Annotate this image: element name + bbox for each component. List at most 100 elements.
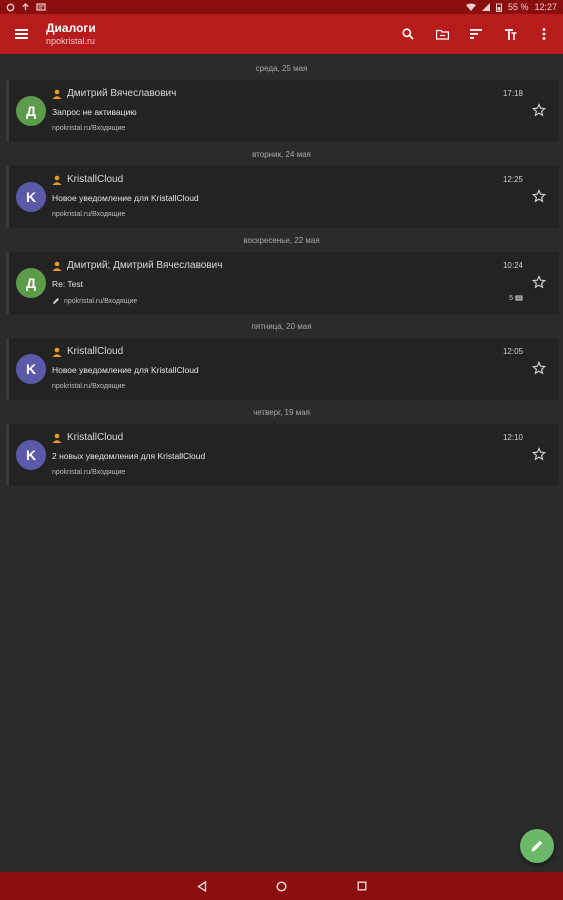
compose-button[interactable] (520, 829, 554, 863)
folder-path: npokristal.ru/Входящие (64, 297, 138, 305)
timestamp: 12:25 (502, 175, 523, 184)
conversation-item[interactable]: Д Дмитрий; Дмитрий Вячеславович Re: Test… (6, 252, 559, 314)
battery-level: 55 % (507, 2, 529, 12)
folder-label: npokristal.ru/Входящие (52, 383, 125, 390)
avatar: K (16, 182, 46, 212)
title-block: Диалоги npokristal.ru (46, 20, 96, 46)
date-header: пятница, 20 мая (251, 321, 312, 331)
recents-button[interactable] (353, 877, 371, 895)
message-count: 5 (509, 295, 523, 302)
recents-icon (357, 881, 366, 891)
sender-row: KristallCloud (52, 432, 123, 443)
star-icon[interactable] (532, 447, 546, 461)
system-status: 55 % 12:27 (465, 2, 557, 12)
pencil-icon (53, 298, 59, 304)
conversation-item[interactable]: Д Дмитрий Вячеславович Запрос не активац… (6, 80, 559, 142)
conversation-item[interactable]: K KristallCloud 2 новых уведомления для … (6, 424, 559, 486)
avatar: K (16, 354, 46, 384)
conversation-content: Дмитрий Вячеславович Запрос не активацию… (52, 80, 559, 142)
more-vert-icon (542, 28, 546, 40)
text-format-button[interactable] (499, 23, 521, 45)
avatar: Д (16, 96, 46, 126)
star-icon[interactable] (532, 361, 546, 375)
person-icon (52, 89, 62, 99)
search-button[interactable] (397, 23, 419, 45)
back-button[interactable] (193, 877, 211, 895)
message-count-value: 5 (509, 295, 513, 302)
timestamp: 10:24 (502, 261, 523, 270)
conversation-content: KristallCloud Новое уведомление для Kris… (52, 338, 559, 400)
back-icon (196, 880, 206, 892)
folder-path: npokristal.ru/Входящие (52, 211, 126, 218)
status-bar: 55 % 12:27 (0, 0, 563, 14)
conversation-item[interactable]: K KristallCloud Новое уведомление для Kr… (6, 166, 559, 228)
sort-button[interactable] (465, 23, 487, 45)
conversation-content: Дмитрий; Дмитрий Вячеславович Re: Test n… (52, 252, 559, 314)
home-icon (276, 880, 287, 892)
text-format-icon (504, 28, 516, 40)
folder-path: npokristal.ru/Входящие (52, 469, 126, 476)
subject: 2 новых уведомления для KristallCloud (52, 451, 206, 461)
subject: Новое уведомление для KristallCloud (52, 365, 199, 375)
message-notification-icon (36, 2, 46, 11)
person-icon (52, 347, 62, 357)
folder-label: npokristal.ru/Входящие (52, 297, 137, 305)
folder-button[interactable] (431, 23, 453, 45)
sender-row: Дмитрий Вячеславович (52, 88, 176, 99)
date-header: среда, 25 мая (255, 63, 308, 73)
folder-label: npokristal.ru/Входящие (52, 469, 125, 476)
sort-icon (470, 29, 482, 39)
menu-button[interactable] (8, 21, 34, 47)
subject: Re: Test (52, 279, 84, 289)
conversation-content: KristallCloud 2 новых уведомления для Kr… (52, 424, 559, 486)
avatar: K (16, 440, 46, 470)
folder-path: npokristal.ru/Входящие (52, 125, 126, 132)
app-bar: Диалоги npokristal.ru (0, 14, 563, 54)
date-header: воскресенье, 22 мая (243, 235, 320, 245)
settings-notification-icon (6, 3, 15, 11)
sender-name: KristallCloud (67, 174, 124, 185)
conversation-content: KristallCloud Новое уведомление для Kris… (52, 166, 559, 228)
signal-icon (481, 3, 490, 11)
sender-row: Дмитрий; Дмитрий Вячеславович (52, 260, 222, 271)
search-icon (402, 28, 414, 40)
star-icon[interactable] (532, 275, 546, 289)
folder-path: npokristal.ru/Входящие (52, 383, 126, 390)
timestamp: 12:05 (502, 347, 523, 356)
folder-label: npokristal.ru/Входящие (52, 125, 125, 132)
notification-icons (6, 2, 46, 12)
home-button[interactable] (273, 877, 291, 895)
sender-name: KristallCloud (67, 346, 124, 357)
person-icon (52, 175, 62, 185)
menu-icon (14, 29, 28, 39)
sender-row: KristallCloud (52, 346, 123, 357)
timestamp: 12:10 (502, 433, 523, 442)
avatar: Д (16, 268, 46, 298)
messages-icon (515, 295, 523, 301)
star-icon[interactable] (532, 103, 546, 117)
more-options-button[interactable] (533, 23, 555, 45)
battery-icon (495, 3, 502, 12)
toolbar-actions (397, 23, 555, 45)
folder-icon (435, 29, 449, 40)
page-title: Диалоги (46, 20, 96, 35)
conversation-list: среда, 25 мая Д Дмитрий Вячеславович Зап… (0, 56, 563, 486)
sender-name: KristallCloud (67, 432, 124, 443)
clock: 12:27 (534, 2, 557, 12)
timestamp: 17:18 (502, 89, 523, 98)
sender-row: KristallCloud (52, 174, 123, 185)
subject: Новое уведомление для KristallCloud (52, 193, 199, 203)
person-icon (52, 433, 62, 443)
navigation-bar (0, 872, 563, 900)
sender-name: Дмитрий; Дмитрий Вячеславович (67, 260, 223, 271)
subject: Запрос не активацию (52, 107, 137, 117)
date-header: четверг, 19 мая (253, 407, 310, 417)
star-icon[interactable] (532, 189, 546, 203)
account-subtitle: npokristal.ru (46, 35, 96, 46)
wifi-icon (465, 3, 476, 11)
pencil-icon (531, 840, 543, 852)
folder-label: npokristal.ru/Входящие (52, 211, 125, 218)
conversation-item[interactable]: K KristallCloud Новое уведомление для Kr… (6, 338, 559, 400)
sender-name: Дмитрий Вячеславович (67, 88, 177, 99)
upload-notification-icon (22, 2, 29, 10)
